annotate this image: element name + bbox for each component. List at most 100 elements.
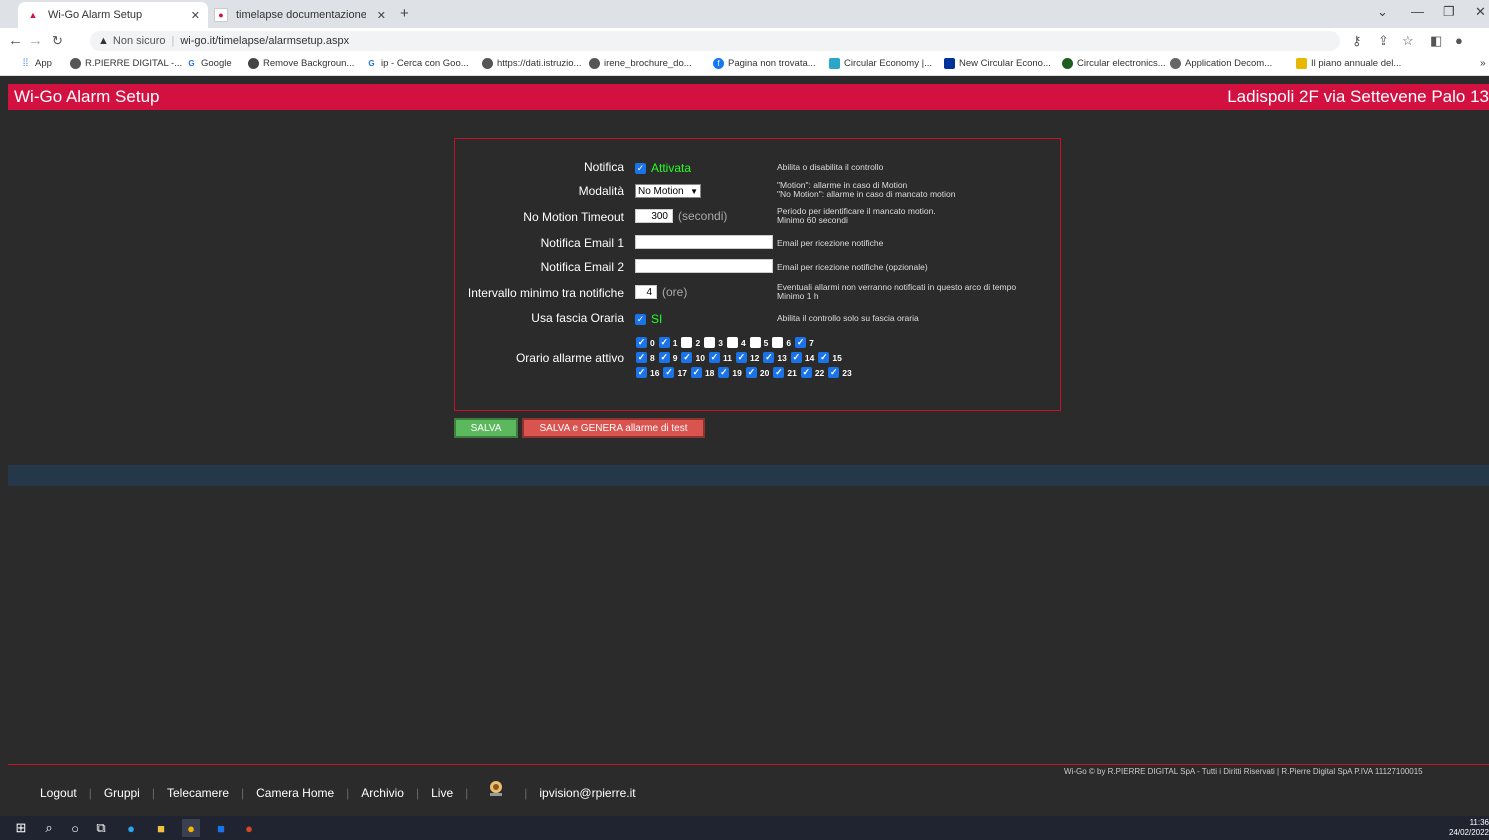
hour-checkbox[interactable]: ✓ [745, 367, 757, 378]
bookmark-circular-economy[interactable]: Circular Economy |... [829, 58, 932, 69]
email1-help: Email per ricezione notifiche [777, 238, 884, 248]
task-view-icon[interactable]: ⧉ [92, 819, 110, 837]
hour-checkbox[interactable] [726, 337, 738, 348]
bookmark-google[interactable]: G Google [186, 58, 231, 69]
footer-link-archivio[interactable]: Archivio [361, 786, 404, 800]
document-icon [1296, 58, 1307, 69]
footer-link-live[interactable]: Live [431, 786, 453, 800]
hour-checkbox[interactable]: ✓ [636, 352, 647, 363]
circular-economy-icon [829, 58, 840, 69]
reload-icon[interactable]: ↻ [52, 32, 63, 50]
hour-checkbox[interactable] [704, 337, 716, 348]
key-icon[interactable]: ⚷ [1352, 33, 1362, 49]
bookmark-circular-electronics[interactable]: Circular electronics... [1062, 58, 1166, 69]
hour-checkbox[interactable]: ✓ [690, 367, 702, 378]
hour-checkbox[interactable]: ✓ [818, 352, 830, 363]
hour-checkbox[interactable]: ✓ [636, 367, 647, 378]
forward-arrow-icon[interactable]: → [28, 32, 43, 50]
tab-wi-go-alarm-setup[interactable]: ▲ Wi-Go Alarm Setup ✕ [18, 2, 208, 28]
hour-checkbox[interactable]: ✓ [800, 367, 812, 378]
hour-checkbox[interactable]: ✓ [718, 367, 730, 378]
bookmark-irene-brochure[interactable]: irene_brochure_do... [589, 58, 692, 69]
tab-timelapse-documentazione[interactable]: ● timelapse documentazione per i ✕ [206, 2, 394, 28]
side-panel-icon[interactable]: ◧ [1430, 33, 1442, 49]
hour-checkbox[interactable] [772, 337, 784, 348]
bookmark-ip-search[interactable]: Gip - Cerca con Goo... [366, 58, 468, 69]
bookmark-application-decom[interactable]: Application Decom... [1170, 58, 1272, 69]
system-clock[interactable]: 11:36 24/02/2022 [1449, 818, 1489, 838]
back-arrow-icon[interactable]: ← [8, 32, 23, 50]
hour-option: ✓ 14 [790, 352, 814, 363]
profile-icon[interactable]: ● [1455, 33, 1463, 48]
new-tab-button[interactable]: + [400, 5, 409, 22]
intervallo-input[interactable]: 4 [635, 285, 657, 299]
bookmark-app[interactable]: ⁞⁞ App [20, 58, 52, 69]
hour-checkbox[interactable]: ✓ [790, 352, 802, 363]
email1-field[interactable] [635, 235, 773, 249]
email2-field[interactable] [635, 259, 773, 273]
fascia-checkbox[interactable]: ✓ [635, 313, 646, 325]
hour-checkbox[interactable]: ✓ [708, 352, 720, 363]
hour-label: 7 [809, 337, 814, 348]
tab-title: Wi-Go Alarm Setup [48, 9, 143, 21]
footer-link-telecamere[interactable]: Telecamere [167, 786, 229, 800]
save-and-test-alarm-button[interactable]: SALVA e GENERA allarme di test [522, 418, 705, 438]
bookmark-pagina-non-trovata[interactable]: f Pagina non trovata... [713, 58, 816, 69]
more-bookmarks-icon[interactable]: » [1480, 58, 1486, 69]
star-icon[interactable]: ☆ [1402, 33, 1414, 49]
minimize-icon[interactable]: — [1411, 4, 1424, 19]
tab-search-icon[interactable]: ⌄ [1377, 4, 1388, 20]
bookmark-remove-background[interactable]: Remove Backgroun... [248, 58, 354, 69]
notifica-label: Notifica [583, 160, 624, 174]
chrome-icon[interactable]: ● [182, 819, 200, 837]
globe-icon [589, 58, 600, 69]
bookmark-new-circular-economy[interactable]: New Circular Econo... [944, 58, 1051, 69]
cortana-icon[interactable]: ○ [66, 819, 84, 837]
footer-link-camera-home[interactable]: Camera Home [256, 786, 334, 800]
notifica-checkbox[interactable]: ✓ [635, 162, 646, 174]
modalita-label: Modalità [578, 184, 624, 198]
email1-control [635, 235, 773, 249]
user-avatar-icon[interactable] [486, 779, 506, 799]
hour-checkbox[interactable]: ✓ [828, 367, 840, 378]
save-button[interactable]: SALVA [454, 418, 518, 438]
restore-icon[interactable]: ❐ [1443, 4, 1455, 20]
footer-link-gruppi[interactable]: Gruppi [104, 786, 140, 800]
url-bar[interactable]: ▲ Non sicuro | wi-go.it/timelapse/alarms… [90, 31, 1340, 51]
footer-link-logout[interactable]: Logout [40, 786, 77, 800]
timeout-unit: (secondi) [678, 209, 728, 223]
powerpoint-icon[interactable]: ● [240, 819, 258, 837]
hour-checkbox[interactable] [681, 337, 693, 348]
hour-option: ✓ 15 [818, 352, 842, 363]
close-icon[interactable]: ✕ [377, 9, 386, 22]
search-icon[interactable]: ⌕ [40, 819, 58, 837]
close-icon[interactable]: ✕ [191, 9, 200, 22]
outlook-icon[interactable]: ■ [212, 819, 230, 837]
hour-checkbox[interactable]: ✓ [795, 337, 807, 348]
hour-checkbox[interactable]: ✓ [763, 352, 775, 363]
notifica-control: ✓ Attivata [635, 161, 691, 175]
bookmark-rpierre[interactable]: R.PIERRE DIGITAL -... [70, 58, 182, 69]
share-icon[interactable]: ⇪ [1378, 33, 1389, 49]
hour-checkbox[interactable]: ✓ [636, 337, 647, 348]
facebook-icon: f [713, 58, 724, 69]
hour-checkbox[interactable] [749, 337, 761, 348]
hour-checkbox[interactable]: ✓ [658, 352, 670, 363]
bookmark-piano-annuale[interactable]: Il piano annuale del... [1296, 58, 1401, 69]
file-explorer-icon[interactable]: ■ [152, 819, 170, 837]
modalita-select[interactable]: No Motion ▼ [635, 184, 701, 198]
hour-checkbox[interactable]: ✓ [658, 337, 670, 348]
fascia-control: ✓ SI [635, 312, 662, 326]
windows-start-icon[interactable]: ⊞ [12, 819, 30, 837]
hour-checkbox[interactable]: ✓ [663, 367, 675, 378]
timeout-input[interactable]: 300 [635, 209, 673, 223]
hour-checkbox[interactable]: ✓ [681, 352, 693, 363]
hour-option: ✓ 23 [828, 367, 852, 378]
hour-option: ✓ 8 [636, 352, 655, 363]
notifica-state: Attivata [651, 161, 692, 175]
bookmark-dati-istruzione[interactable]: https://dati.istruzio... [482, 58, 581, 69]
edge-icon[interactable]: ● [122, 819, 140, 837]
hour-checkbox[interactable]: ✓ [773, 367, 785, 378]
close-window-icon[interactable]: ✕ [1475, 4, 1486, 20]
hour-checkbox[interactable]: ✓ [735, 352, 747, 363]
